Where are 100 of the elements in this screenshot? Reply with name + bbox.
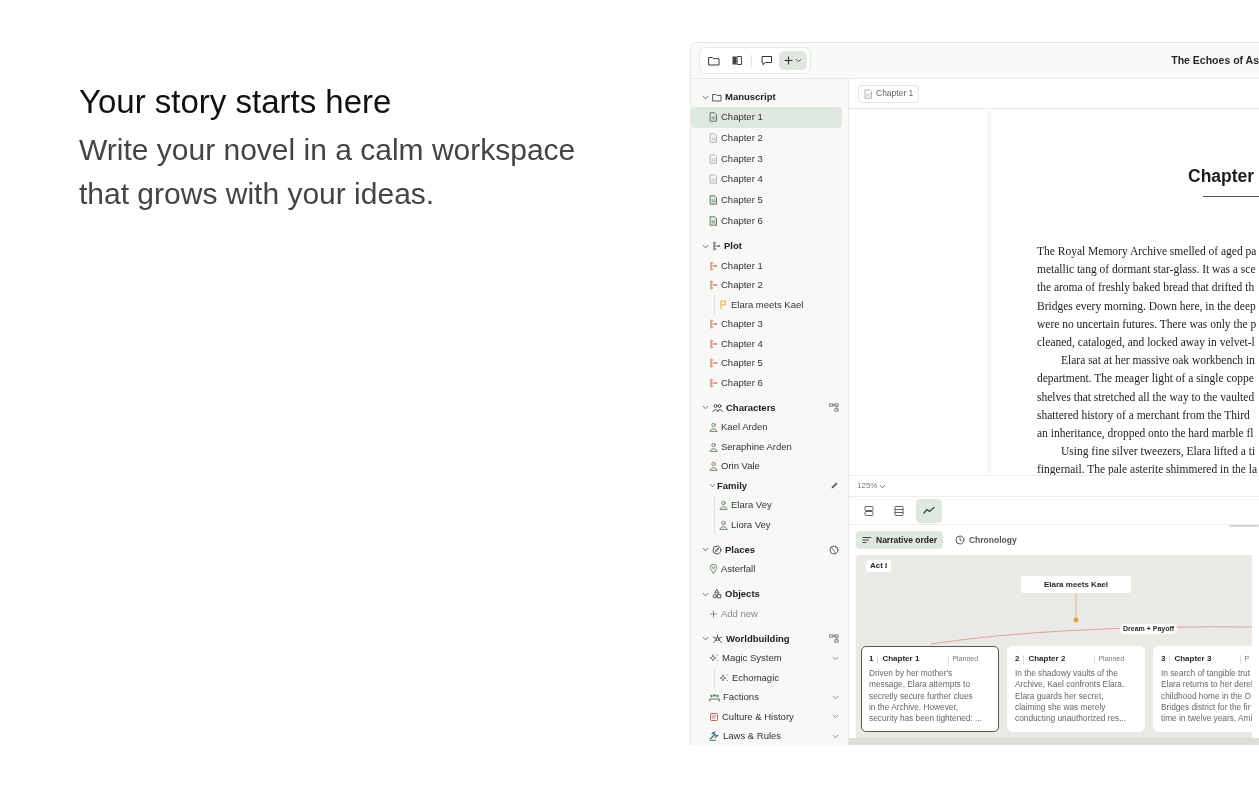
sidebar-item[interactable]: Add new [691,604,842,624]
sidebar-item[interactable]: Chapter 3 [691,148,842,170]
sidebar-item[interactable]: Chapter 2 [691,127,842,149]
text-line: Using fine silver tweezers, Elara lifted a ti [1060,444,1256,460]
view-mode-tab[interactable]: Narrative order [856,531,943,549]
hero-subtitle: Write your novel in a calm workspace that grows with your ideas. [79,132,577,212]
sidebar-item[interactable]: Chapter 6 [691,210,842,232]
person-icon [709,461,718,472]
sidebar-item[interactable]: Chapter 1 [691,256,842,276]
sidebar-item[interactable]: Chapter 4 [691,334,842,354]
zoom-select[interactable]: 125% [857,480,887,492]
section-header[interactable]: Worldbuilding [691,628,842,649]
scrollbar[interactable] [849,738,1259,745]
card-number: 3 [1161,653,1166,665]
person-icon [709,441,718,452]
card-title: Chapter 3 [1174,653,1213,665]
text-line: Elara sat at her massive oak workbench in [1060,353,1255,369]
sidebar-item[interactable]: Asterfall [691,559,842,580]
shapes-icon [712,589,722,600]
timeline-view-button[interactable] [916,498,942,523]
sidebar-item[interactable]: Chapter 6 [691,373,842,393]
sidebar-item[interactable]: Chapter 2 [691,275,842,296]
gavel-icon [709,731,720,742]
text-line: cleaned, cataloged, and locked away in velvet-l [1037,335,1255,351]
section-header[interactable]: Objects [691,584,842,605]
sidebar-item[interactable]: Chapter 1 [691,107,842,128]
section-header[interactable]: Places [691,539,842,560]
document-tab[interactable]: Chapter 1 [858,84,920,103]
folder-icon [707,55,720,66]
scroll-icon [709,711,719,722]
person-icon [719,500,728,511]
sidebar-item[interactable]: Chapter 5 [691,353,842,374]
text-line: shelves that stretched all the way to the vaulted [1037,389,1255,406]
sidebar-item[interactable]: Chapter 3 [691,314,842,335]
chevron-icon [879,482,887,490]
document-title: The Echoes of As [1171,52,1259,68]
sidebar-item[interactable]: Orin Vale [691,456,842,477]
plus-icon [709,608,718,619]
sidebar-item[interactable]: Chapter 4 [691,169,842,190]
text-line: shattered history of a merchant from the Third [1037,407,1250,424]
folder-icon [712,92,722,102]
card-summary: In search of tangible trut Elara returns to her derel childhood home in the O Bridges district for the fir time in twelve years. Ami [1161,668,1252,725]
chevron-icon [795,57,802,64]
hero-title: Your story starts here [79,82,392,122]
card-summary: In the shadowy vaults of the Archive, Kael confronts Elara. Elara guards her secret, claiming she was merely conducting unauthorized res... [1015,668,1127,725]
section-header[interactable]: Characters [691,397,842,418]
sidebar-item[interactable]: Culture & History [691,707,842,727]
connector [1073,592,1079,623]
branch-icon [709,358,718,369]
branch-icon [709,280,718,291]
person-icon [719,519,728,530]
document-icon [864,88,873,99]
sidebar-item[interactable]: Echomagic [691,668,842,688]
comment-icon [760,55,773,66]
sidebar-item[interactable]: Kael Arden [691,417,842,438]
sidebar-item[interactable]: Family [691,476,842,496]
text-line: an inheritance, dropped onto the hard marble fl [1037,426,1254,442]
view-mode-tab[interactable]: Chronology [948,531,1023,549]
sidebar-item[interactable]: Elara meets Kael [691,295,842,315]
sidebar-item[interactable]: Factions [691,687,842,708]
text-line: were no uncertain futures. There was only the p [1037,316,1257,333]
sidebar-item[interactable]: Elara Vey [691,495,842,516]
chapter-heading: Chapter [1187,165,1255,187]
sidebar-item[interactable]: Chapter 5 [691,189,842,211]
card-title: Chapter 2 [1028,653,1067,665]
text-line: the aroma of freshly baked bread that drifted th [1037,280,1255,296]
card-title: Chapter 1 [882,653,921,665]
sidebar-item[interactable]: Liora Vey [691,515,842,535]
text-line: department. The meager light of a single coppe [1037,371,1254,387]
people-icon [712,402,723,413]
sort-icon [862,536,872,544]
list-icon [893,504,905,517]
compass-icon [712,544,722,555]
sparkle-icon [719,672,729,683]
add-menu-button[interactable] [779,51,807,70]
network-icon [712,633,723,644]
sidebar-item[interactable]: Magic System [691,648,842,669]
sidebar-item[interactable]: Laws & Rules [691,726,842,745]
act-label: Act I [866,560,892,572]
text-line: The Royal Memory Archive smelled of aged pa [1037,244,1257,260]
columns-icon [730,55,743,66]
people-icon [709,692,720,703]
plot-point-node[interactable]: Elara meets Kael [1021,576,1131,593]
rows-icon [863,504,875,517]
branch-icon [709,338,718,349]
branch-icon [709,260,718,271]
flag-icon [719,299,728,310]
branch-icon [709,377,718,388]
card-number: 1 [869,653,874,665]
sidebar-item[interactable]: Seraphine Arden [691,437,842,457]
panel-resize-handle[interactable] [1229,525,1259,527]
text-line: Bridges every morning. Down here, in the deep [1037,298,1256,315]
branch-icon [712,241,721,252]
plus-icon [784,56,793,65]
section-header[interactable]: Plot [691,236,842,257]
text-line: metallic tang of dormant star-glass. It was a sce [1037,262,1256,278]
person-icon [709,422,718,433]
section-header[interactable]: Manuscript [691,87,842,107]
pin-icon [709,564,718,575]
sparkle-icon [709,653,719,664]
